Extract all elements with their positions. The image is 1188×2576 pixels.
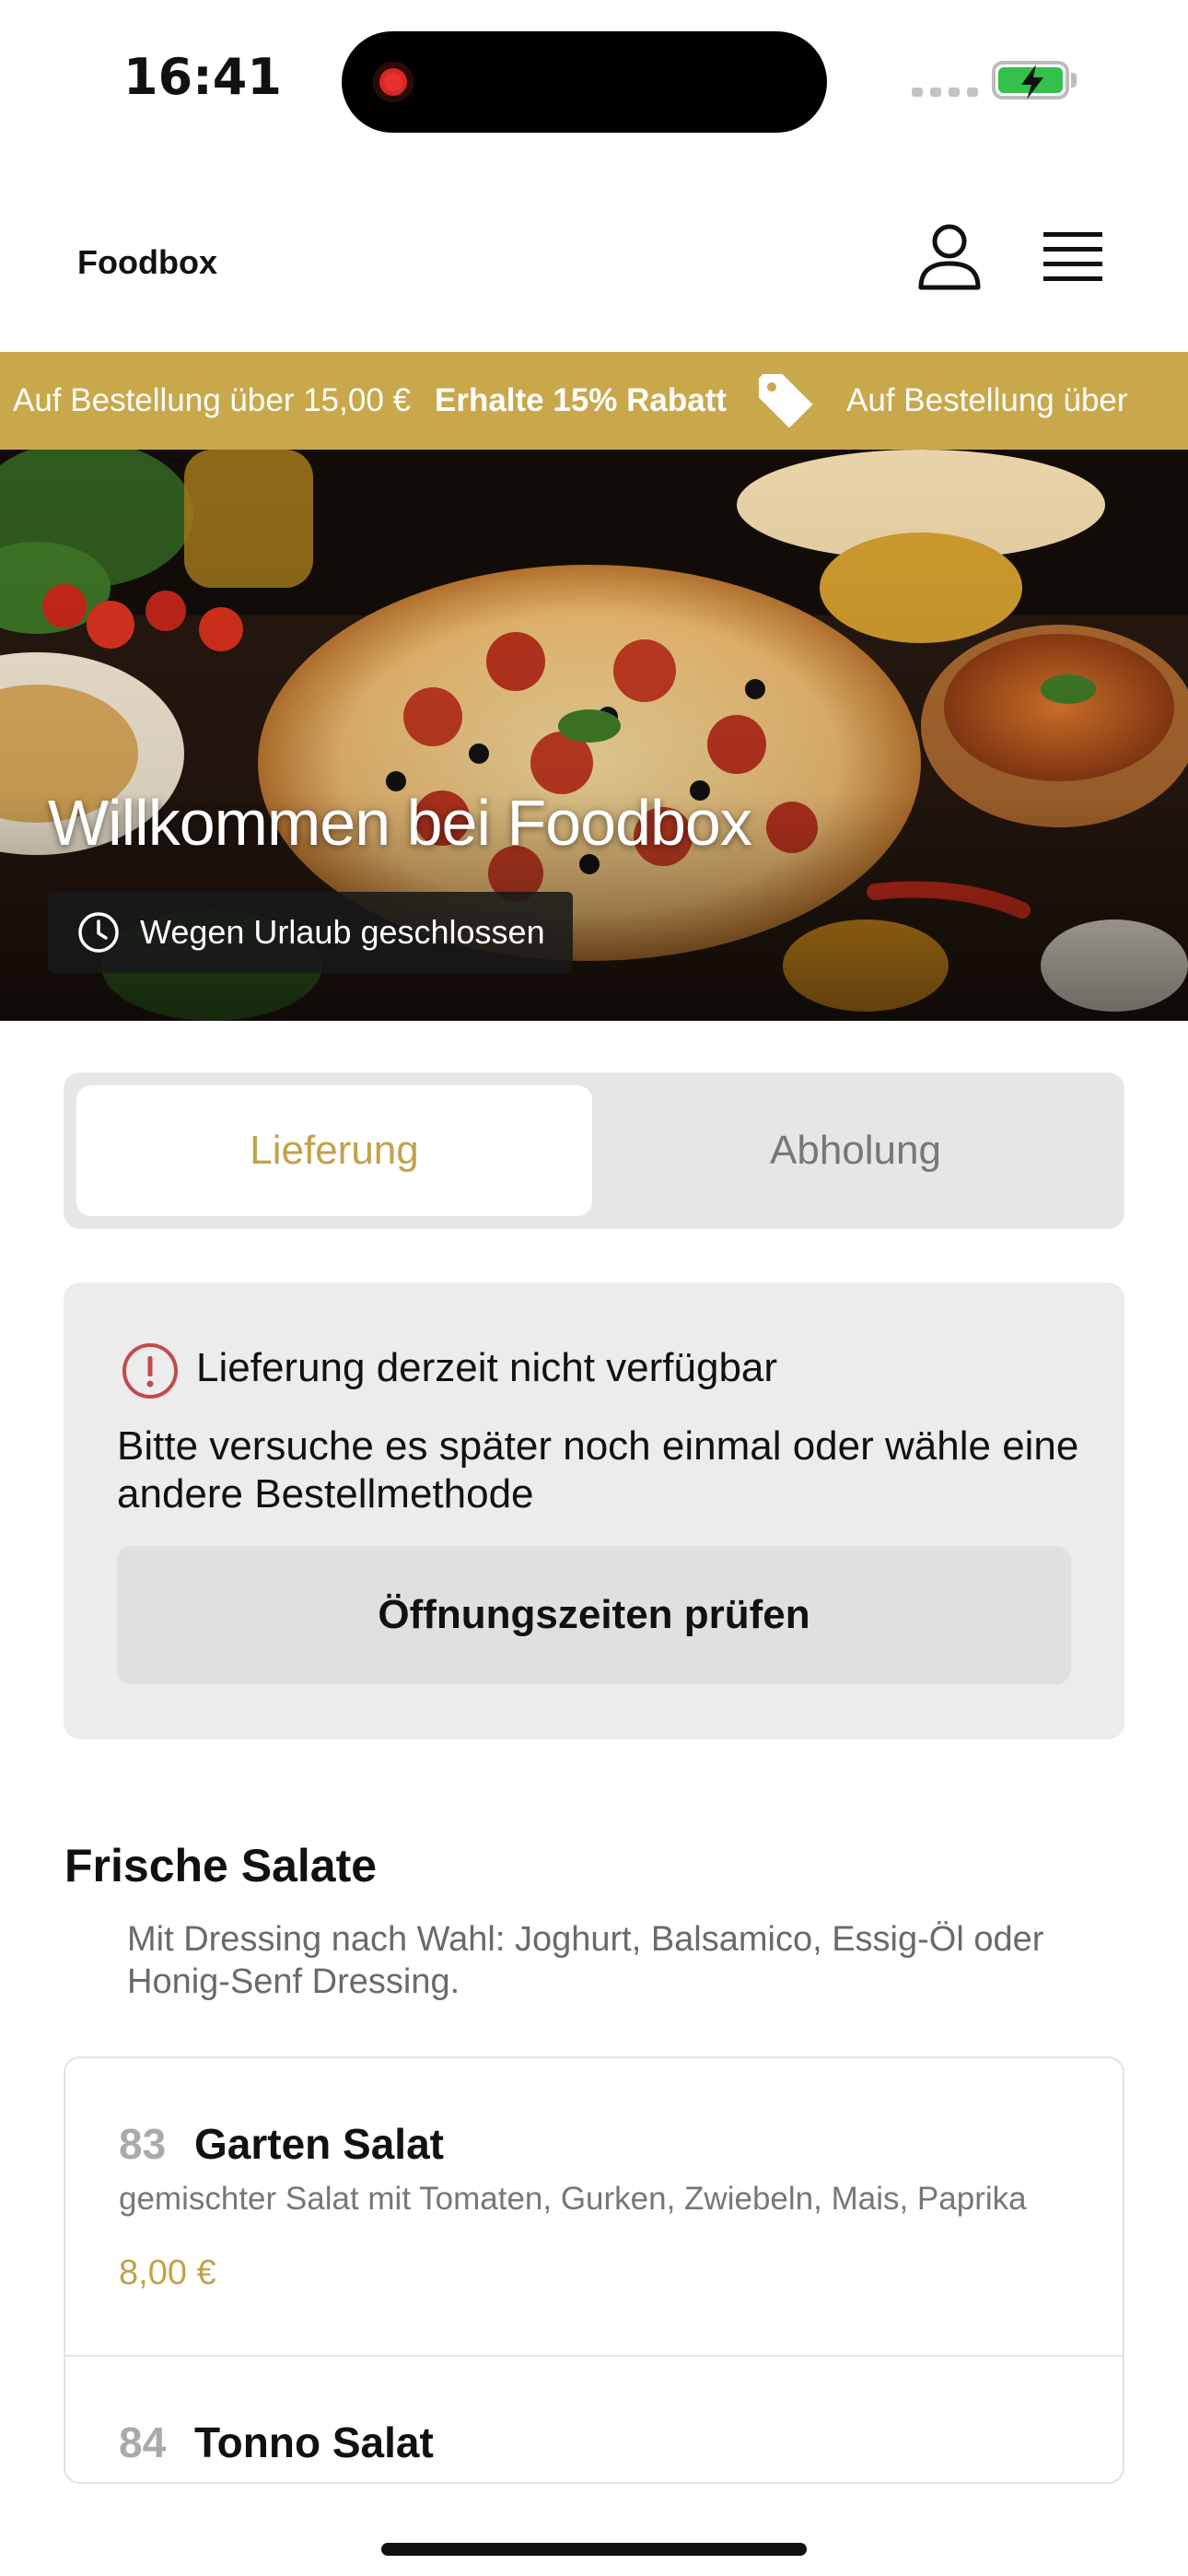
battery-icon — [992, 61, 1069, 100]
menu-icon[interactable] — [1043, 230, 1102, 284]
alert-message: Bitte versuche es später noch einmal ode… — [117, 1423, 1079, 1516]
product-list: 83 Garten Salat gemischter Salat mit Tom… — [64, 2056, 1124, 2484]
brand-logo[interactable]: Foodbox — [77, 243, 217, 282]
clock-icon — [78, 912, 119, 953]
hero-title: Willkommen bei Foodbox — [48, 787, 752, 859]
promo-text: Auf Bestellung über 15,00 € — [13, 382, 411, 418]
info-icon — [122, 1343, 178, 1399]
product-name: Garten Salat — [194, 2120, 444, 2168]
section-title: Frische Salate — [64, 1840, 378, 1891]
product-number: 83 — [119, 2120, 167, 2168]
product-item[interactable]: 84 Tonno Salat gemischter Salat mit Thun… — [65, 2357, 1123, 2482]
delivery-unavailable-alert: Lieferung derzeit nicht verfügbar Bitte … — [64, 1282, 1124, 1739]
tab-lieferung[interactable]: Lieferung — [76, 1085, 592, 1216]
product-item[interactable]: 83 Garten Salat gemischter Salat mit Tom… — [65, 2058, 1123, 2357]
dynamic-island — [342, 31, 827, 133]
order-method-toggle: Lieferung Abholung — [64, 1072, 1124, 1229]
tag-icon — [759, 374, 813, 427]
product-price: 8,00 € — [119, 2254, 216, 2292]
tab-abholung[interactable]: Abholung — [598, 1085, 1113, 1216]
product-name: Tonno Salat — [194, 2418, 434, 2466]
product-number: 84 — [119, 2418, 167, 2466]
product-description: gemischter Salat mit Thunfisch, Gaudakäs… — [119, 2476, 1077, 2482]
section-description: Mit Dressing nach Wahl: Joghurt, Balsami… — [127, 1920, 1044, 2001]
promo-banner: Auf Bestellung über 15,00 € Erhalte 15% … — [0, 352, 1188, 450]
home-indicator[interactable] — [381, 2543, 807, 2556]
record-icon — [373, 62, 413, 102]
status-time: 16:41 — [123, 48, 282, 106]
app-header: Foodbox — [0, 184, 1188, 350]
store-status-badge: Wegen Urlaub geschlossen — [48, 892, 573, 973]
promo-text-repeat: Auf Bestellung über — [846, 382, 1128, 418]
check-opening-hours-button[interactable]: Öffnungszeiten prüfen — [117, 1546, 1071, 1684]
promo-highlight: Erhalte 15% Rabatt — [434, 382, 728, 418]
signal-icon — [912, 88, 978, 97]
status-bar: 16:41 — [0, 0, 1188, 157]
alert-title: Lieferung derzeit nicht verfügbar — [196, 1345, 778, 1390]
hero-banner: Willkommen bei Foodbox Wegen Urlaub gesc… — [0, 450, 1188, 1021]
store-status-text: Wegen Urlaub geschlossen — [140, 913, 545, 951]
product-description: gemischter Salat mit Tomaten, Gurken, Zw… — [119, 2181, 1027, 2217]
user-icon[interactable] — [916, 221, 983, 291]
